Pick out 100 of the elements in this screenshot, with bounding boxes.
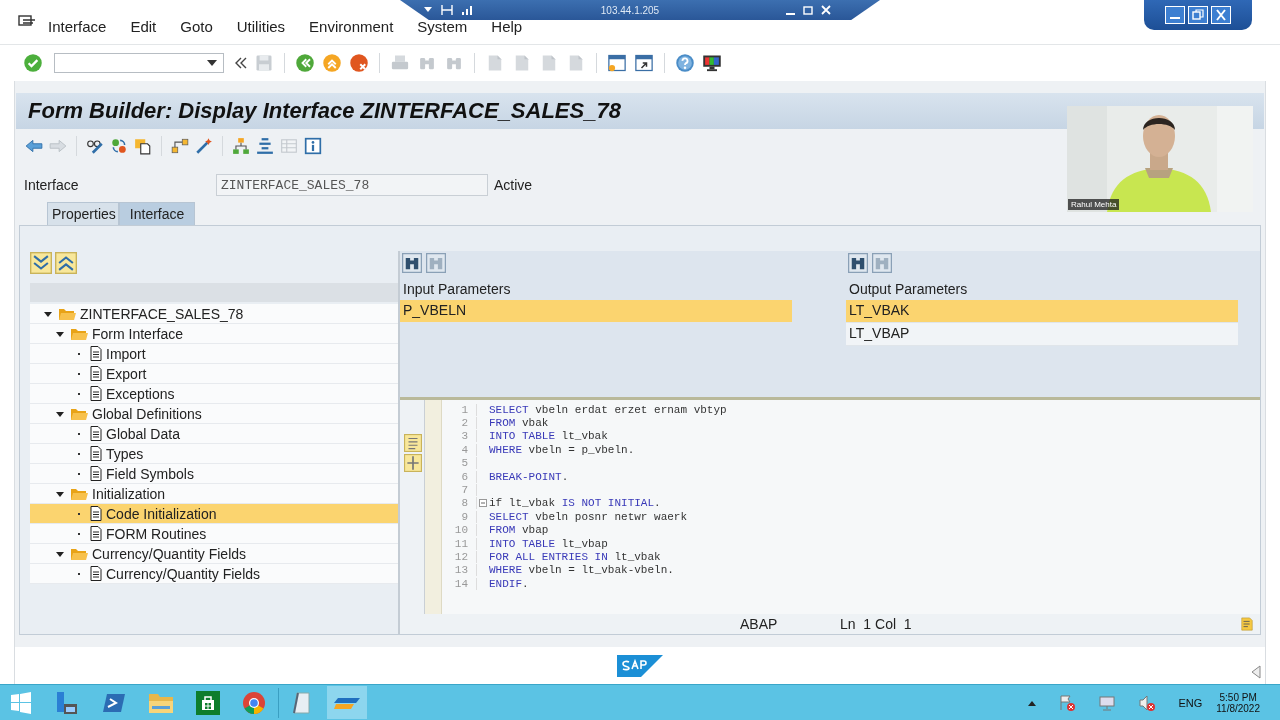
tree-item[interactable]: Exceptions: [30, 384, 398, 404]
participant-name: Rahul Mehta: [1068, 199, 1120, 210]
screen-title: Form Builder: Display Interface ZINTERFACE_SALES_78: [28, 98, 621, 124]
tree-item[interactable]: FORM Routines: [30, 524, 398, 544]
store-icon[interactable]: [196, 690, 220, 715]
command-field[interactable]: [54, 53, 224, 73]
back-arrow-icon[interactable]: [25, 137, 43, 155]
tree-item[interactable]: Import: [30, 344, 398, 364]
code-line: FROM vbak: [489, 417, 549, 430]
help-icon[interactable]: [675, 53, 695, 73]
tree-item[interactable]: Currency/Quantity Fields: [30, 544, 398, 564]
collapse-chevron-icon[interactable]: [235, 57, 247, 69]
clock[interactable]: 5:50 PM 11/8/2022: [1216, 691, 1260, 714]
shortcut-icon[interactable]: [634, 53, 654, 73]
find-icon[interactable]: [402, 253, 422, 273]
expand-all-icon[interactable]: [30, 252, 52, 274]
server-manager-icon[interactable]: [54, 689, 80, 716]
tree-item[interactable]: Global Data: [30, 424, 398, 444]
line-number: 7: [442, 484, 477, 497]
input-language[interactable]: ENG: [1178, 696, 1203, 709]
cursor-position: Ln 1 Col 1: [840, 616, 912, 632]
document-icon: [90, 386, 102, 401]
expanded-triangle-icon[interactable]: [56, 489, 64, 498]
tree-item[interactable]: ZINTERFACE_SALES_78: [30, 304, 398, 324]
start-icon[interactable]: [10, 691, 32, 714]
code-line: SELECT vbeln posnr netwr waerk: [489, 510, 688, 523]
restore-icon[interactable]: [1188, 6, 1208, 24]
tree-item[interactable]: Field Symbols: [30, 464, 398, 484]
expanded-triangle-icon[interactable]: [56, 329, 64, 338]
language-indicator: ABAP: [740, 616, 779, 632]
active-app-button[interactable]: [327, 686, 367, 719]
menu-item[interactable]: Edit: [130, 19, 157, 35]
editor-pin-icon[interactable]: [404, 454, 422, 472]
tab[interactable]: Properties: [47, 202, 119, 225]
find-icon[interactable]: [848, 253, 868, 273]
copy-icon[interactable]: [134, 137, 152, 155]
caret-icon[interactable]: [207, 60, 217, 66]
document-icon: [90, 426, 102, 441]
tab[interactable]: Interface: [118, 202, 196, 225]
system-menu-icon[interactable]: [18, 15, 36, 29]
expanded-triangle-icon[interactable]: [56, 409, 64, 418]
tree-item[interactable]: Code Initialization: [30, 504, 398, 524]
line-number: 12: [442, 551, 477, 563]
display-change-icon[interactable]: [86, 137, 104, 155]
editor-options-icon[interactable]: [404, 434, 422, 452]
line-number: 5: [442, 457, 477, 470]
document-icon: [90, 566, 102, 581]
monitor-icon[interactable]: [702, 53, 722, 73]
close-icon[interactable]: [1211, 6, 1231, 24]
connection-controls-icon[interactable]: [424, 4, 474, 16]
parameter-row[interactable]: P_VBELN: [400, 300, 792, 323]
code-line: INTO TABLE lt_vbak: [489, 430, 608, 443]
menu-item[interactable]: Interface: [48, 19, 107, 35]
code-line: INTO TABLE lt_vbap: [489, 537, 608, 550]
expanded-triangle-icon[interactable]: [44, 309, 52, 318]
new-session-icon[interactable]: [607, 53, 627, 73]
menu-item[interactable]: Help: [491, 19, 523, 35]
code-line: FROM vbap: [489, 524, 549, 537]
collapse-all-icon[interactable]: [55, 252, 77, 274]
menu-item[interactable]: Utilities: [236, 19, 286, 35]
sap-logon-icon[interactable]: [334, 695, 360, 710]
parameter-row[interactable]: LT_VBAP: [846, 323, 1238, 346]
hierarchy-icon[interactable]: [171, 137, 189, 155]
tree-item[interactable]: Export: [30, 364, 398, 384]
tree-item[interactable]: Initialization: [30, 484, 398, 504]
flag-error-icon[interactable]: [1058, 693, 1077, 712]
document-icon: [90, 466, 102, 481]
tree-icon[interactable]: [232, 137, 250, 155]
tree-item[interactable]: Form Interface: [30, 324, 398, 344]
expanded-triangle-icon[interactable]: [56, 549, 64, 558]
tree-item[interactable]: Types: [30, 444, 398, 464]
line-number: 6: [442, 470, 477, 483]
enter-icon[interactable]: [23, 53, 43, 73]
info-icon[interactable]: [304, 137, 322, 155]
menu-item[interactable]: System: [417, 19, 468, 35]
interface-field[interactable]: ZINTERFACE_SALES_78: [216, 174, 488, 196]
notes-icon[interactable]: [1240, 617, 1254, 631]
document-icon: [90, 446, 102, 461]
network-icon[interactable]: [1098, 693, 1117, 712]
folder-icon: [70, 326, 88, 341]
logo-icon: [617, 654, 663, 677]
speaker-muted-icon[interactable]: [1138, 693, 1157, 712]
objects-icon[interactable]: [110, 137, 128, 155]
show-hidden-icons-icon[interactable]: [1028, 699, 1037, 706]
wand-icon[interactable]: [195, 137, 213, 155]
menu-item[interactable]: Goto: [180, 19, 213, 35]
powershell-icon[interactable]: [102, 691, 126, 714]
menu-item[interactable]: Environment: [309, 19, 394, 35]
minimize-icon[interactable]: [1165, 6, 1185, 24]
collapse-triangle-icon[interactable]: [1251, 665, 1261, 679]
fold-toggle-icon[interactable]: [479, 499, 487, 508]
tree-item[interactable]: Currency/Quantity Fields: [30, 564, 398, 584]
back-icon[interactable]: [295, 53, 315, 73]
browser-icon[interactable]: [242, 690, 266, 715]
window-controls-icon[interactable]: [786, 4, 832, 16]
line-number: 11: [442, 537, 477, 550]
tree-item[interactable]: Global Definitions: [30, 404, 398, 424]
cancel-icon[interactable]: [349, 53, 369, 73]
parameter-row[interactable]: LT_VBAK: [846, 300, 1238, 323]
align-icon[interactable]: [256, 137, 274, 155]
